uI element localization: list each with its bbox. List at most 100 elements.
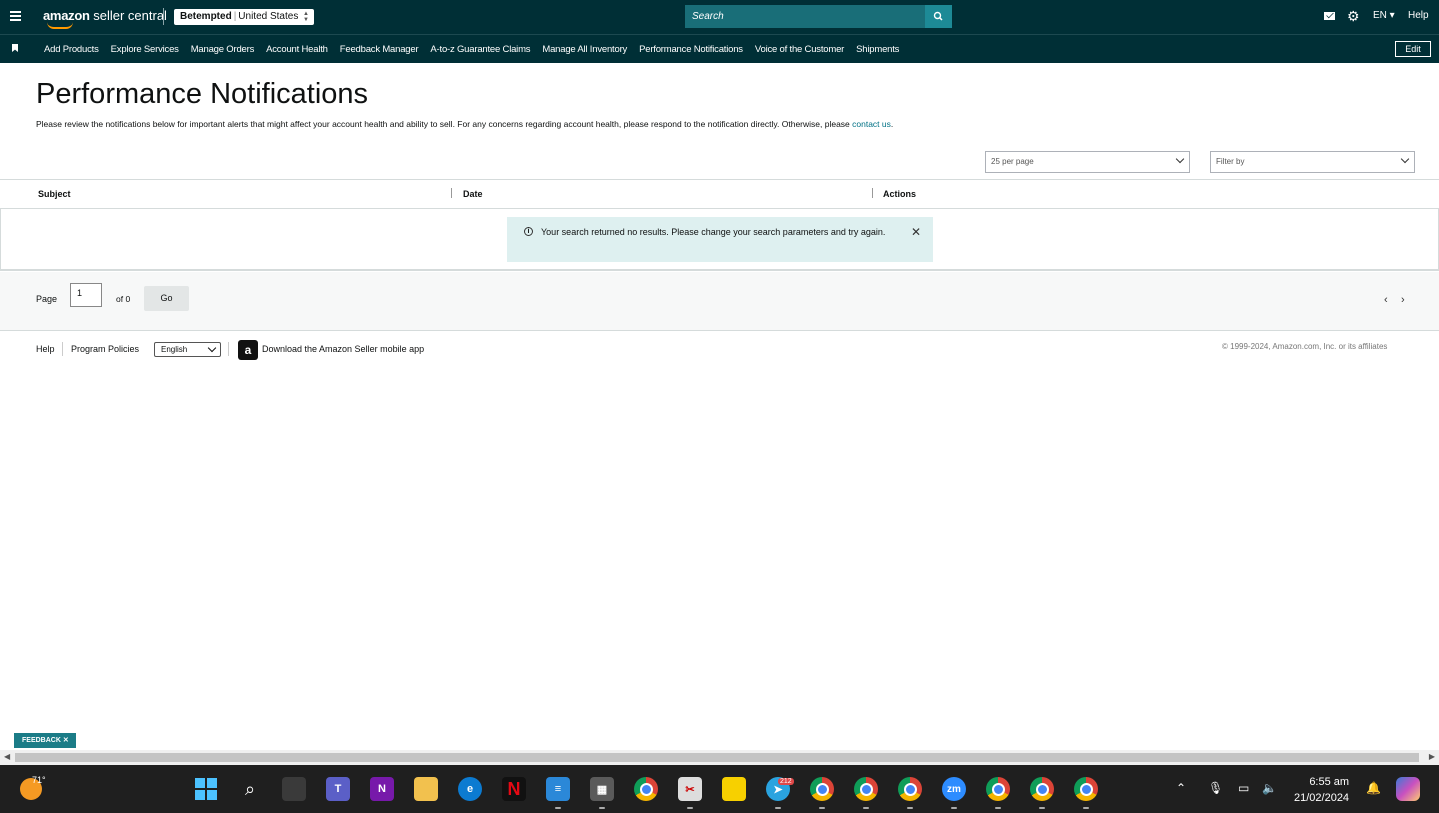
nav-atoz-claims[interactable]: A-to-z Guarantee Claims — [424, 44, 536, 55]
language-selector[interactable]: EN ▾ — [1373, 10, 1395, 21]
contact-us-link[interactable]: contact us — [852, 119, 891, 129]
gear-icon[interactable]: ⚙ — [1347, 9, 1360, 23]
task-view-icon[interactable] — [282, 777, 306, 801]
divider — [163, 8, 164, 25]
top-bar: amazon seller central Betempted | United S… — [0, 0, 1439, 34]
page-title: Performance Notifications — [36, 78, 369, 110]
volume-icon[interactable]: 🔈 — [1262, 781, 1277, 795]
account-region: United States — [238, 11, 299, 22]
help-link[interactable]: Help — [1408, 10, 1429, 21]
network-icon[interactable]: ▭ — [1238, 781, 1249, 795]
filter-by-select[interactable]: Filter by — [1210, 151, 1415, 173]
mail-icon[interactable] — [1324, 12, 1335, 20]
edit-nav-button[interactable]: Edit — [1395, 41, 1431, 57]
program-policies-link[interactable]: Program Policies — [71, 344, 139, 354]
info-icon: i — [524, 227, 533, 236]
footer-language-select[interactable]: English — [154, 342, 221, 357]
active-indicator — [819, 807, 825, 809]
chrome-profile-icon[interactable] — [854, 777, 878, 801]
seller-central-logo[interactable]: amazon seller central — [43, 8, 167, 23]
menu-icon[interactable] — [10, 11, 21, 21]
per-page-select[interactable]: 25 per page — [985, 151, 1190, 173]
clock[interactable]: 6:55 am 21/02/2024 — [1294, 774, 1349, 806]
nav-performance-notifications[interactable]: Performance Notifications — [633, 44, 749, 55]
copilot-icon[interactable] — [1396, 777, 1420, 801]
calculator-icon[interactable]: ▦ — [590, 777, 614, 801]
active-indicator — [1083, 807, 1089, 809]
nav-items: Add Products Explore Services Manage Ord… — [38, 35, 905, 63]
search-input[interactable]: Search — [685, 5, 925, 28]
nav-explore-services[interactable]: Explore Services — [105, 44, 185, 55]
pagination: Page 1 of 0 Go ‹ › — [0, 272, 1439, 331]
bookmark-icon[interactable] — [12, 44, 18, 52]
notepad-icon[interactable]: ≡ — [546, 777, 570, 801]
scrollbar-thumb[interactable] — [15, 753, 1419, 762]
page-count: of 0 — [116, 294, 131, 304]
chevron-up-icon[interactable]: ⌃ — [1176, 781, 1186, 795]
nav-feedback-manager[interactable]: Feedback Manager — [334, 44, 425, 55]
microphone-icon[interactable]: 🎙 — [1208, 781, 1223, 795]
chrome-profile-icon[interactable] — [1074, 777, 1098, 801]
close-icon[interactable]: ✕ — [63, 737, 69, 744]
telegram-badge: 212 — [778, 778, 794, 785]
active-indicator — [863, 807, 869, 809]
nav-add-products[interactable]: Add Products — [38, 44, 105, 55]
nav-account-health[interactable]: Account Health — [260, 44, 334, 55]
nav-manage-inventory[interactable]: Manage All Inventory — [536, 44, 633, 55]
active-indicator — [775, 807, 781, 809]
sticky-notes-icon[interactable] — [722, 777, 746, 801]
column-subject[interactable]: Subject — [38, 189, 71, 199]
divider — [62, 342, 63, 356]
page-number-input[interactable]: 1 — [70, 283, 102, 307]
zoom-icon[interactable]: zm — [942, 777, 966, 801]
active-indicator — [995, 807, 1001, 809]
scroll-right-icon[interactable]: ▶ — [1429, 752, 1435, 761]
description-end: . — [890, 119, 894, 129]
chevron-right-icon[interactable]: › — [1401, 294, 1405, 306]
feedback-tab[interactable]: FEEDBACK ✕ — [14, 733, 76, 748]
search-icon[interactable]: ⌕ — [238, 777, 262, 801]
footer-help-link[interactable]: Help — [36, 344, 55, 354]
netflix-icon[interactable]: N — [502, 777, 526, 801]
teams-icon[interactable]: T — [326, 777, 350, 801]
logo-suffix: seller central — [93, 8, 167, 23]
chrome-profile-icon[interactable] — [810, 777, 834, 801]
chrome-profile-icon[interactable] — [1030, 777, 1054, 801]
nav-voice-of-customer[interactable]: Voice of the Customer — [749, 44, 850, 55]
language-label: EN — [1373, 10, 1387, 21]
footer-language-value: English — [161, 345, 188, 354]
page-label: Page — [36, 294, 58, 304]
chevron-down-icon — [1400, 154, 1410, 164]
close-icon[interactable]: ✕ — [911, 226, 921, 238]
nav-shipments[interactable]: Shipments — [850, 44, 905, 55]
windows-taskbar: 71° ⌕ T N e N ≡ ▦ ✂ ➤ 212 zm ⌃ 🎙 ▭ 🔈 6:5… — [0, 765, 1439, 813]
column-actions: Actions — [883, 189, 917, 199]
amazon-app-icon[interactable]: a — [238, 340, 258, 360]
file-explorer-icon[interactable] — [414, 777, 438, 801]
column-date[interactable]: Date — [463, 189, 483, 199]
go-button[interactable]: Go — [144, 286, 189, 311]
no-results-message: Your search returned no results. Please … — [541, 227, 886, 237]
description-text: Please review the notifications below fo… — [36, 119, 853, 129]
onenote-icon[interactable]: N — [370, 777, 394, 801]
horizontal-scrollbar[interactable]: ◀ ▶ — [0, 750, 1439, 765]
nav-bar: Add Products Explore Services Manage Ord… — [0, 34, 1439, 63]
search-button[interactable] — [925, 5, 952, 28]
chrome-profile-icon[interactable] — [898, 777, 922, 801]
snipping-tool-icon[interactable]: ✂ — [678, 777, 702, 801]
edge-icon[interactable]: e — [458, 777, 482, 801]
nav-manage-orders[interactable]: Manage Orders — [185, 44, 260, 55]
scroll-left-icon[interactable]: ◀ — [4, 752, 10, 761]
notification-icon[interactable]: 🔔 — [1366, 781, 1381, 795]
account-name: Betempted — [180, 11, 232, 22]
chrome-icon[interactable] — [634, 777, 658, 801]
chevron-left-icon[interactable]: ‹ — [1384, 294, 1388, 306]
windows-start-icon[interactable] — [194, 777, 218, 801]
no-results-alert: i Your search returned no results. Pleas… — [507, 217, 933, 262]
account-switcher[interactable]: Betempted | United States ▲ ▼ — [174, 9, 314, 25]
chrome-profile-icon[interactable] — [986, 777, 1010, 801]
filter-by-value: Filter by — [1216, 157, 1245, 166]
time: 6:55 am — [1309, 776, 1350, 788]
download-app-link[interactable]: Download the Amazon Seller mobile app — [262, 344, 424, 354]
chevron-down-icon — [207, 343, 217, 353]
